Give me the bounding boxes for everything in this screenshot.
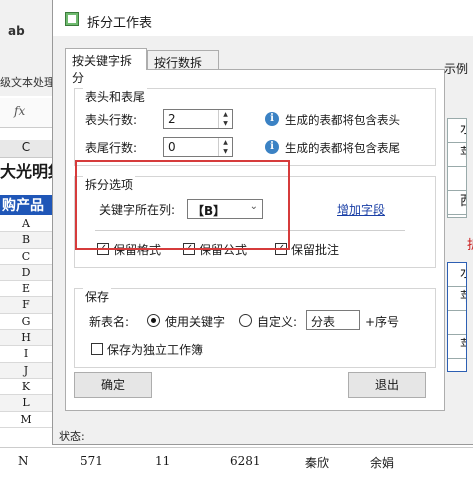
exit-button[interactable]: 退出 [348,372,426,398]
header-rows-label: 表头行数: [85,113,138,127]
footer-rows-label: 表尾行数: [85,141,138,155]
arrow-down-icon[interactable]: ▼ [219,119,232,128]
cell-value[interactable]: 6281 [230,454,261,468]
stepper-arrows[interactable]: ▲ ▼ [218,138,232,156]
table-row[interactable]: J [0,362,52,379]
preview-cell: 苹 [448,287,466,311]
footer-rows-stepper[interactable]: 0 ▲ ▼ [163,137,233,157]
cell-value[interactable]: 571 [80,454,103,468]
group-title: 表头和表尾 [83,88,148,105]
ribbon-ab-icon[interactable]: ab [8,24,25,38]
preview-top-table: 水 苹 西 [447,118,467,218]
header-rows-info: 生成的表都将包含表头 [285,113,400,127]
table-row[interactable]: G [0,314,52,331]
dialog-title: 拆分工作表 [87,16,153,31]
highlight-box [75,160,290,250]
stepper-arrows[interactable]: ▲ ▼ [218,110,232,128]
use-keyword-label[interactable]: 使用关键字 [165,313,225,330]
header-rows-value[interactable]: 2 [168,112,176,126]
cell-value[interactable]: 11 [155,454,170,468]
table-row[interactable]: M [0,412,52,428]
table-row[interactable]: I [0,346,52,363]
custom-name-radio[interactable] [239,314,252,327]
table-row[interactable]: K [0,379,52,396]
preview-cell [448,167,466,191]
preview-bottom-table: 水 苹 苹 [447,262,467,372]
arrow-up-icon[interactable]: ▲ [219,138,232,147]
table-row[interactable]: C [0,249,52,265]
product-header-cell[interactable]: 购产品 [0,195,58,215]
row-list: A B C D E F G H I J K L M [0,216,52,428]
group-title: 保存 [83,288,112,305]
save-workbook-label[interactable]: 保存为独立工作簿 [107,341,203,358]
preview-cell: 西 [448,191,466,215]
row-letter-n[interactable]: N [18,454,29,468]
tab-split-by-keyword[interactable]: 按关键字拆分 [65,48,147,85]
footer-rows-info: 生成的表都将包含表尾 [285,141,400,155]
dialog-titlebar[interactable]: 拆分工作表 [53,0,473,36]
bottom-table-row: N 571 11 6281 秦欣 余娟 [0,447,473,477]
ribbon-text-processing[interactable]: 级文本处理 [0,74,55,90]
table-row[interactable]: B [0,232,52,249]
keep-comment-label[interactable]: 保留批注 [291,241,339,258]
arrow-down-icon[interactable]: ▼ [219,147,232,156]
custom-name-label[interactable]: 自定义: [257,313,297,330]
cell-value[interactable]: 秦欣 [305,454,329,471]
new-sheet-name-label: 新表名: [89,315,130,329]
table-row[interactable]: L [0,395,52,412]
header-rows-stepper[interactable]: 2 ▲ ▼ [163,109,233,129]
preview-cell: 水 [448,263,466,287]
info-icon: i [265,112,279,126]
preview-cell: 苹 [448,143,466,167]
formula-bar [0,98,60,128]
preview-cell: 水 [448,119,466,143]
table-row[interactable]: E [0,281,52,298]
preview-cell [448,311,466,335]
info-icon: i [265,140,279,154]
use-keyword-radio[interactable] [147,314,160,327]
cell-value[interactable]: 余娟 [370,454,394,471]
fx-icon[interactable]: fx [14,104,25,118]
preview-label: 示例 [444,62,469,76]
save-workbook-checkbox[interactable] [91,343,103,355]
footer-rows-value[interactable]: 0 [168,140,176,154]
save-group: 保存 新表名: 使用关键字 自定义: 分表 +序号 保存为独立工作簿 [74,288,436,368]
add-field-link[interactable]: 增加字段 [337,201,385,218]
status-label: 状态: [59,430,85,443]
ok-button[interactable]: 确定 [74,372,152,398]
table-row[interactable]: A [0,216,52,233]
custom-name-input[interactable]: 分表 [306,310,360,330]
column-header-c[interactable]: C [0,140,52,158]
arrow-up-icon[interactable]: ▲ [219,110,232,119]
preview-split-mark: 拆 [467,234,473,253]
table-row[interactable]: F [0,297,52,314]
table-row[interactable]: D [0,264,52,282]
preview-cell: 苹 [448,335,466,359]
spreadsheet-app-icon [65,12,79,26]
suffix-label: +序号 [365,315,400,329]
table-row[interactable]: H [0,330,52,347]
header-footer-group: 表头和表尾 表头行数: 2 ▲ ▼ i 生成的表都将包含表头 表尾行数: 0 ▲ ▼… [74,88,436,166]
